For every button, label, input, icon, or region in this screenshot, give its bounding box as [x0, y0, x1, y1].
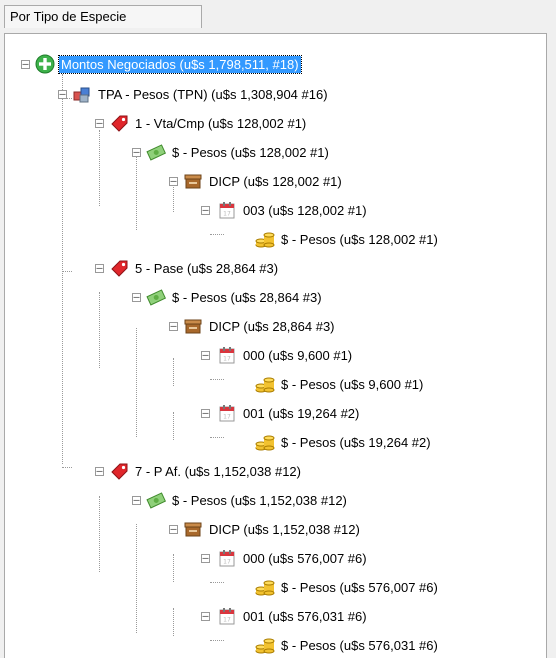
tree-node-label: 000 (u$s 9,600 #1): [243, 347, 353, 363]
tree-node-op1[interactable]: 1 - Vta/Cmp (u$s 128,002 #1): [109, 113, 308, 133]
tree-node-label: DICP (u$s 128,002 #1): [209, 173, 342, 189]
tree-node-op5-d001[interactable]: 001 (u$s 19,264 #2): [217, 403, 361, 423]
tree-node-label: TPA - Pesos (TPN) (u$s 1,308,904 #16): [98, 86, 328, 102]
tree-expander-op7[interactable]: [95, 467, 104, 476]
coins-icon: [255, 635, 275, 655]
tree-view[interactable]: Montos Negociados (u$s 1,798,511, #18) T…: [4, 33, 547, 658]
tree-node-op7-d000[interactable]: 000 (u$s 576,007 #6): [217, 548, 369, 568]
tree-node-op7-leaf001[interactable]: $ - Pesos (u$s 576,031 #6): [255, 635, 440, 655]
tree-node-op5-leaf000[interactable]: $ - Pesos (u$s 9,600 #1): [255, 374, 425, 394]
tree-expander-op7-currency[interactable]: [132, 496, 141, 505]
coins-icon: [255, 577, 275, 597]
tree-expander-op1-dicp[interactable]: [169, 177, 178, 186]
tree-node-label: $ - Pesos (u$s 576,031 #6): [281, 637, 438, 653]
tree-node-label: DICP (u$s 28,864 #3): [209, 318, 335, 334]
tree-node-op5-leaf001[interactable]: $ - Pesos (u$s 19,264 #2): [255, 432, 433, 452]
tree-node-op7-currency[interactable]: $ - Pesos (u$s 1,152,038 #12): [146, 490, 349, 510]
tree-node-op5-d000[interactable]: 000 (u$s 9,600 #1): [217, 345, 354, 365]
box-icon: [183, 171, 203, 191]
tree-node-root[interactable]: Montos Negociados (u$s 1,798,511, #18): [35, 54, 302, 74]
calendar-icon: [217, 548, 237, 568]
tree-expander-op5-d001[interactable]: [201, 409, 210, 418]
tree-node-label: $ - Pesos (u$s 9,600 #1): [281, 376, 424, 392]
tree-expander-op7-d000[interactable]: [201, 554, 210, 563]
tree-expander-op7-dicp[interactable]: [169, 525, 178, 534]
tree-node-label: $ - Pesos (u$s 128,002 #1): [281, 231, 438, 247]
tree-expander-op5-currency[interactable]: [132, 293, 141, 302]
add-circle-icon: [35, 54, 55, 74]
tree-node-op1-d003[interactable]: 003 (u$s 128,002 #1): [217, 200, 369, 220]
tree-node-label: 7 - P Af. (u$s 1,152,038 #12): [135, 463, 301, 479]
tree-node-label: 5 - Pase (u$s 28,864 #3): [135, 260, 279, 276]
tree-node-op7[interactable]: 7 - P Af. (u$s 1,152,038 #12): [109, 461, 303, 481]
tree-node-label: $ - Pesos (u$s 576,007 #6): [281, 579, 438, 595]
tree-node-label: 1 - Vta/Cmp (u$s 128,002 #1): [135, 115, 307, 131]
tree-node-label: 001 (u$s 19,264 #2): [243, 405, 360, 421]
box-icon: [183, 316, 203, 336]
tree-node-op7-d001[interactable]: 001 (u$s 576,031 #6): [217, 606, 369, 626]
tree-expander-op1[interactable]: [95, 119, 104, 128]
tree-node-label: $ - Pesos (u$s 1,152,038 #12): [172, 492, 347, 508]
tree-node-op7-leaf000[interactable]: $ - Pesos (u$s 576,007 #6): [255, 577, 440, 597]
tree-node-op5-currency[interactable]: $ - Pesos (u$s 28,864 #3): [146, 287, 324, 307]
tree-expander-op7-d001[interactable]: [201, 612, 210, 621]
tree-node-tpa[interactable]: TPA - Pesos (TPN) (u$s 1,308,904 #16): [72, 84, 330, 104]
tree-node-label: 000 (u$s 576,007 #6): [243, 550, 367, 566]
money-icon: [146, 287, 166, 307]
tree-node-label: 001 (u$s 576,031 #6): [243, 608, 367, 624]
tree-node-label: 003 (u$s 128,002 #1): [243, 202, 367, 218]
tag-icon: [109, 461, 129, 481]
coins-icon: [255, 374, 275, 394]
tree-node-op5-dicp[interactable]: DICP (u$s 28,864 #3): [183, 316, 337, 336]
tree-node-op1-dicp[interactable]: DICP (u$s 128,002 #1): [183, 171, 344, 191]
money-icon: [146, 490, 166, 510]
calendar-icon: [217, 200, 237, 220]
tag-icon: [109, 258, 129, 278]
money-icon: [146, 142, 166, 162]
calendar-icon: [217, 606, 237, 626]
tree-node-label: $ - Pesos (u$s 19,264 #2): [281, 434, 431, 450]
coins-icon: [255, 229, 275, 249]
tab-por-tipo-de-especie[interactable]: Por Tipo de Especie: [4, 5, 202, 28]
tab-bar: Por Tipo de Especie: [0, 0, 556, 34]
tree-expander-op5-dicp[interactable]: [169, 322, 178, 331]
tree-node-op1-leaf003[interactable]: $ - Pesos (u$s 128,002 #1): [255, 229, 440, 249]
tree-node-op1-currency[interactable]: $ - Pesos (u$s 128,002 #1): [146, 142, 331, 162]
coins-icon: [255, 432, 275, 452]
calendar-icon: [217, 403, 237, 423]
tree-expander-op1-currency[interactable]: [132, 148, 141, 157]
tag-icon: [109, 113, 129, 133]
tree-node-op7-dicp[interactable]: DICP (u$s 1,152,038 #12): [183, 519, 362, 539]
tree-expander-op5-d000[interactable]: [201, 351, 210, 360]
box-icon: [183, 519, 203, 539]
tree-expander-root[interactable]: [21, 60, 30, 69]
tree-expander-op5[interactable]: [95, 264, 104, 273]
tree-node-op5[interactable]: 5 - Pase (u$s 28,864 #3): [109, 258, 280, 278]
tree-node-label: $ - Pesos (u$s 28,864 #3): [172, 289, 322, 305]
cubes-icon: [72, 84, 92, 104]
tree-expander-op1-d003[interactable]: [201, 206, 210, 215]
tree-node-label: $ - Pesos (u$s 128,002 #1): [172, 144, 329, 160]
calendar-icon: [217, 345, 237, 365]
tree-node-label: DICP (u$s 1,152,038 #12): [209, 521, 360, 537]
tree-node-label: Montos Negociados (u$s 1,798,511, #18): [58, 54, 302, 74]
tree-expander-tpa[interactable]: [58, 90, 67, 99]
